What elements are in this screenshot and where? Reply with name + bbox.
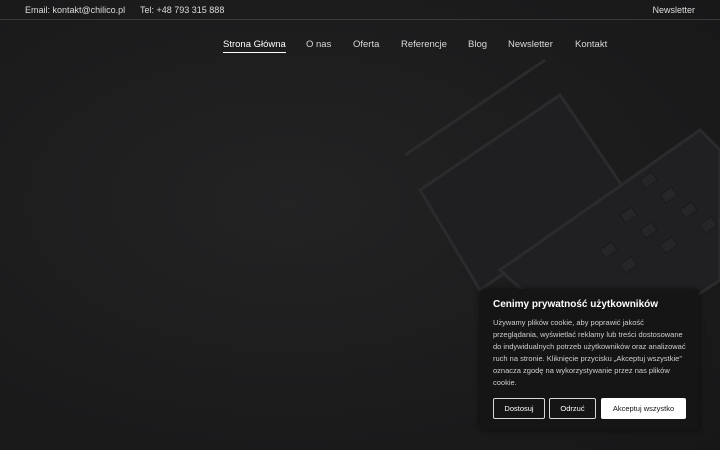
nav-item-home[interactable]: Strona Główna (223, 39, 286, 53)
nav-item-contact[interactable]: Kontakt (575, 39, 607, 50)
cookie-consent-dialog: Cenimy prywatność użytkowników Używamy p… (480, 289, 699, 430)
main-navigation: Strona Główna O nas Oferta Referencje Bl… (0, 39, 720, 53)
accept-all-button[interactable]: Akceptuj wszystko (601, 398, 686, 419)
customize-button[interactable]: Dostosuj (493, 398, 545, 419)
email-link[interactable]: Email: kontakt@chilico.pl (25, 5, 125, 15)
nav-item-blog[interactable]: Blog (468, 39, 487, 50)
nav-item-offer[interactable]: Oferta (353, 39, 379, 50)
nav-item-about[interactable]: O nas (306, 39, 331, 50)
top-bar: Email: kontakt@chilico.pl Tel: +48 793 3… (0, 0, 720, 20)
reject-button[interactable]: Odrzuć (549, 398, 596, 419)
nav-item-newsletter[interactable]: Newsletter (508, 39, 553, 50)
topbar-newsletter-link[interactable]: Newsletter (652, 5, 695, 15)
nav-item-references[interactable]: Referencje (401, 39, 447, 50)
cookie-title: Cenimy prywatność użytkowników (493, 299, 659, 310)
cookie-description: Używamy plików cookie, aby poprawić jako… (493, 318, 686, 387)
cookie-buttons: Dostosuj Odrzuć Akceptuj wszystko (493, 398, 686, 419)
phone-link[interactable]: Tel: +48 793 315 888 (140, 5, 224, 15)
